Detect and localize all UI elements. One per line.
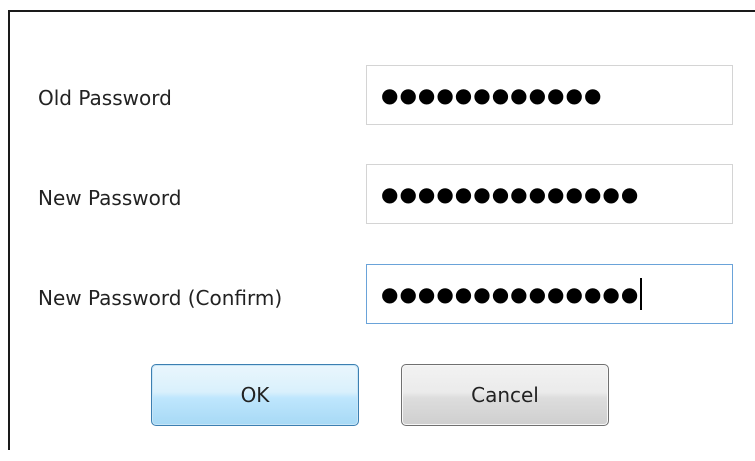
ok-button[interactable]: OK	[151, 364, 359, 426]
cancel-button-label: Cancel	[471, 383, 539, 407]
cancel-button[interactable]: Cancel	[401, 364, 609, 426]
new-password-field[interactable]: ●●●●●●●●●●●●●●	[366, 164, 733, 224]
old-password-field[interactable]: ●●●●●●●●●●●●	[366, 65, 733, 125]
confirm-password-field[interactable]: ●●●●●●●●●●●●●●	[366, 264, 733, 324]
confirm-password-value-wrap: ●●●●●●●●●●●●●●	[381, 265, 643, 323]
change-password-dialog: Old Password ●●●●●●●●●●●● New Password ●…	[0, 0, 755, 461]
ok-button-label: OK	[240, 383, 270, 407]
text-caret	[640, 278, 643, 310]
new-password-label: New Password	[38, 186, 182, 210]
confirm-password-label: New Password (Confirm)	[38, 286, 283, 310]
old-password-masked-value: ●●●●●●●●●●●●	[381, 83, 603, 107]
confirm-password-masked-value: ●●●●●●●●●●●●●●	[381, 282, 640, 306]
old-password-label: Old Password	[38, 86, 172, 110]
new-password-masked-value: ●●●●●●●●●●●●●●	[381, 182, 640, 206]
